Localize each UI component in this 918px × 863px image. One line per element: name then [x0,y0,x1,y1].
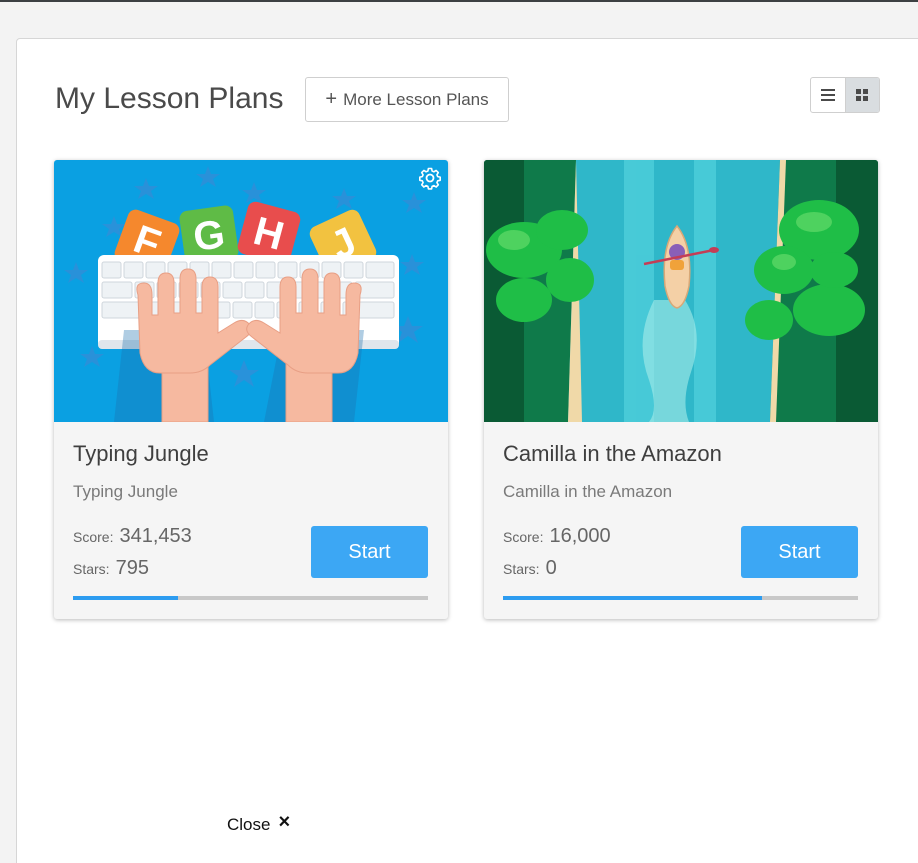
stars-label: Stars: [503,561,540,577]
letter-g: G [191,212,228,260]
stars-stat: Stars: 0 [503,557,557,580]
lesson-plans-panel: My Lesson Plans + More Lesson Plans F G … [16,38,918,863]
close-button[interactable]: Close × [227,811,291,835]
card-subtitle: Camilla in the Amazon [503,482,673,501]
progress-bar [73,596,428,600]
score-value: 341,453 [119,525,192,547]
top-border [0,0,918,2]
stars-stat: Stars: 795 [73,557,149,580]
list-view-button[interactable] [811,78,845,112]
more-lesson-plans-button[interactable]: + More Lesson Plans [305,77,509,122]
stars-label: Stars: [73,561,110,577]
score-label: Score: [503,529,544,545]
card-subtitle: Typing Jungle [73,482,178,501]
start-button[interactable]: Start [311,526,428,578]
page-title: My Lesson Plans [55,82,284,115]
score-stat: Score: 16,000 [503,525,611,548]
camilla-amazon-illustration [484,160,878,422]
grid-view-button[interactable] [844,78,879,112]
progress-fill [73,596,178,600]
more-lesson-plans-label: More Lesson Plans [343,89,489,109]
card-title: Camilla in the Amazon [503,441,722,466]
close-label: Close [227,815,271,834]
grid-icon [856,89,869,101]
start-button[interactable]: Start [741,526,858,578]
score-label: Score: [73,529,114,545]
lesson-card-camilla-amazon[interactable]: Camilla in the Amazon Camilla in the Ama… [484,160,878,619]
lesson-card-typing-jungle[interactable]: F G H J Typing Jungle Typing Jungle Scor… [54,160,448,619]
score-stat: Score: 341,453 [73,525,192,548]
stars-value: 0 [545,557,557,579]
view-toggle [810,77,880,113]
plus-icon: + [325,87,338,110]
progress-bar [503,596,858,600]
close-icon: × [278,811,291,833]
score-value: 16,000 [549,525,611,547]
stars-value: 795 [115,557,149,579]
typing-jungle-illustration: F G H J [54,160,448,422]
gear-icon[interactable] [418,166,442,190]
card-title: Typing Jungle [73,441,209,466]
list-icon [820,89,835,101]
progress-fill [503,596,763,600]
